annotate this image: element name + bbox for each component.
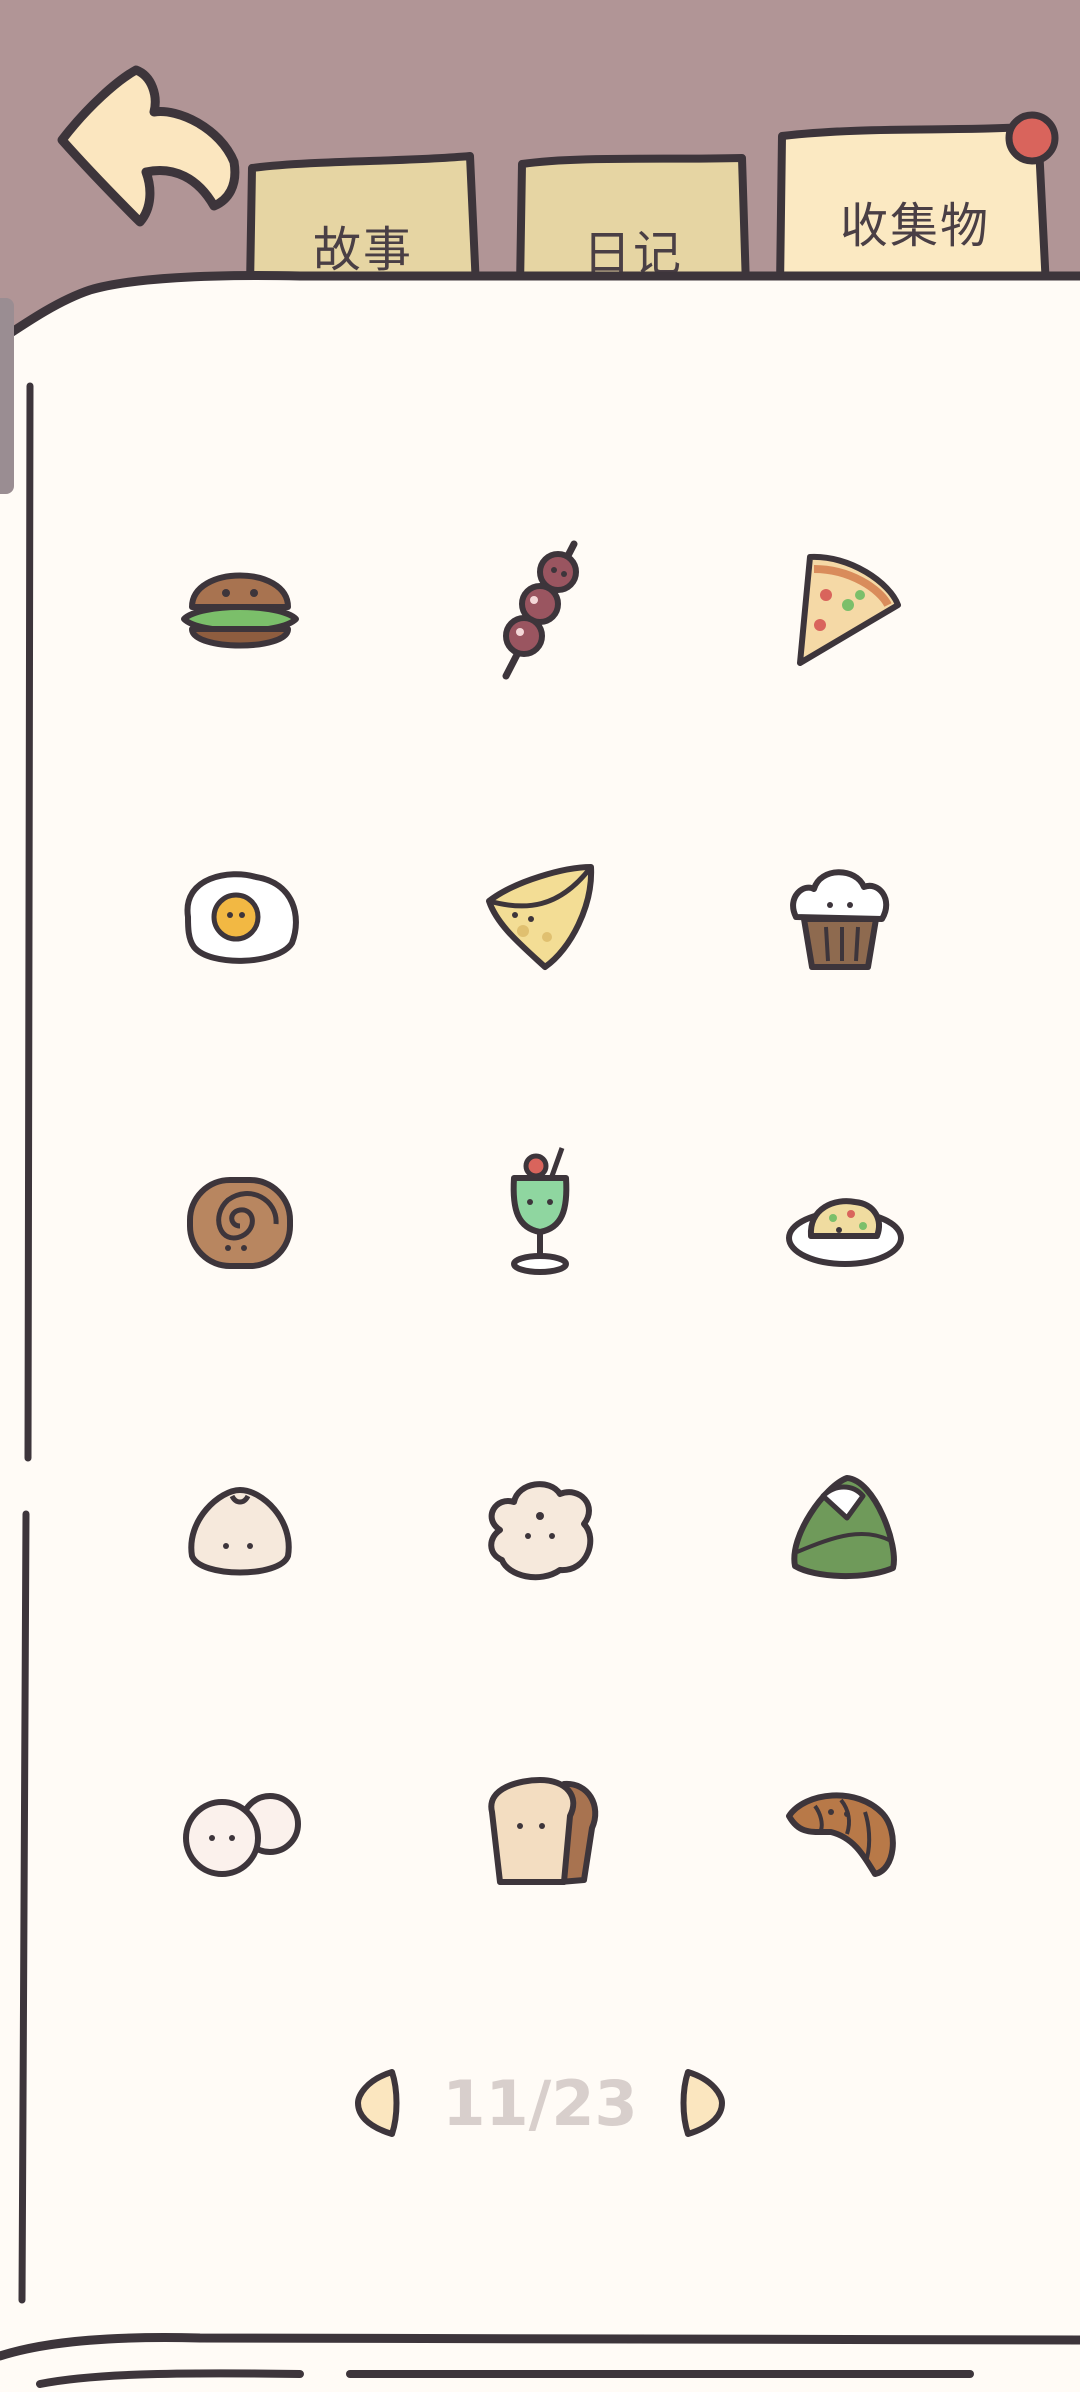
cream-soda-icon bbox=[510, 1147, 570, 1275]
meat-skewer-icon bbox=[502, 540, 579, 680]
page-indicator: 11/23 bbox=[442, 2067, 638, 2140]
collection-item[interactable] bbox=[775, 1762, 915, 1902]
fried-egg-icon bbox=[184, 871, 299, 964]
back-button[interactable] bbox=[48, 58, 248, 238]
collection-item[interactable] bbox=[770, 847, 910, 987]
collection-item[interactable] bbox=[170, 1150, 310, 1290]
steamed-bun-icon bbox=[188, 1486, 292, 1576]
chevron-left-icon bbox=[355, 2069, 400, 2137]
collection-item[interactable] bbox=[770, 543, 910, 683]
bread-loaf-icon bbox=[488, 1777, 599, 1885]
pizza-slice-icon bbox=[797, 553, 901, 666]
next-page-button[interactable] bbox=[678, 2066, 728, 2140]
collection-item[interactable] bbox=[170, 847, 310, 987]
rice-dumpling-icon bbox=[791, 1475, 897, 1580]
mochi-balls-icon bbox=[183, 1793, 301, 1877]
tab-story[interactable]: 故事 bbox=[246, 152, 480, 287]
collection-item[interactable] bbox=[470, 540, 610, 680]
collection-item[interactable] bbox=[470, 1140, 610, 1280]
fried-rice-plate-icon bbox=[786, 1198, 904, 1267]
collection-item[interactable] bbox=[470, 1762, 610, 1902]
tab-diary[interactable]: 日记 bbox=[516, 152, 750, 287]
collection-item[interactable] bbox=[775, 1456, 915, 1596]
tab-collection-label: 收集物 bbox=[839, 198, 990, 254]
muffin-icon bbox=[790, 869, 890, 970]
hamburger-icon bbox=[181, 572, 299, 649]
flower-bun-icon bbox=[488, 1481, 594, 1581]
scroll-handle[interactable] bbox=[0, 298, 14, 494]
collection-item[interactable] bbox=[775, 1152, 915, 1292]
collection-item[interactable] bbox=[170, 1460, 310, 1600]
collection-item[interactable] bbox=[170, 543, 310, 683]
prev-page-button[interactable] bbox=[352, 2066, 402, 2140]
cheese-wedge-icon bbox=[486, 864, 595, 970]
chevron-right-icon bbox=[680, 2069, 725, 2137]
collection-item[interactable] bbox=[475, 845, 615, 985]
cinnamon-roll-icon bbox=[187, 1177, 293, 1269]
collection-item[interactable] bbox=[170, 1762, 310, 1902]
croissant-icon bbox=[786, 1792, 896, 1877]
notification-dot bbox=[1004, 110, 1060, 166]
back-arrow-icon bbox=[57, 65, 240, 227]
collection-item[interactable] bbox=[470, 1460, 610, 1600]
